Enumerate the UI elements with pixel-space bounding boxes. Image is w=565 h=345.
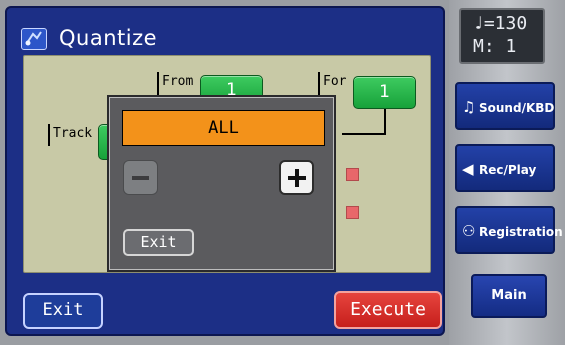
rec-play-label: Rec/Play xyxy=(479,163,537,177)
measure-value: M: 1 xyxy=(473,36,517,57)
minus-icon xyxy=(132,176,149,180)
decrement-button[interactable] xyxy=(123,160,158,195)
popup-exit-button[interactable]: Exit xyxy=(123,229,194,256)
tempo-display: ♩=130 M: 1 xyxy=(459,8,545,64)
registration-label: Registration xyxy=(479,225,563,239)
exit-button[interactable]: Exit xyxy=(23,293,103,329)
music-note-icon: ♫ xyxy=(462,98,476,116)
rec-play-button[interactable]: ◀ Rec/Play xyxy=(455,144,555,192)
screen: Quantize Track From 1 For 1 Exit Execute xyxy=(0,0,565,345)
for-value-button[interactable]: 1 xyxy=(353,76,416,109)
for-label: For xyxy=(323,74,347,89)
track-divider xyxy=(48,124,50,146)
registration-button[interactable]: ⚇ Registration xyxy=(455,206,563,254)
window-title: Quantize xyxy=(59,26,158,50)
tempo-value: ♩=130 xyxy=(473,13,528,34)
right-sidebar: ♩=130 M: 1 ♫ Sound/KBD ◀ Rec/Play ⚇ Regi… xyxy=(449,0,565,345)
sound-kbd-button[interactable]: ♫ Sound/KBD xyxy=(455,82,555,130)
from-label: From xyxy=(162,74,194,89)
main-button[interactable]: Main xyxy=(471,274,547,318)
marker-red-1 xyxy=(346,168,359,181)
increment-button[interactable] xyxy=(279,160,314,195)
speaker-icon: ◀ xyxy=(462,160,474,178)
execute-button[interactable]: Execute xyxy=(334,291,442,329)
value-editor-popup: ALL Exit xyxy=(107,95,336,272)
marker-red-2 xyxy=(346,206,359,219)
track-label: Track xyxy=(53,126,93,141)
sound-kbd-label: Sound/KBD xyxy=(479,101,555,115)
quantize-app-icon xyxy=(21,28,47,50)
connector-horizontal xyxy=(342,133,386,135)
plus-icon-vertical xyxy=(295,169,299,187)
registration-icon: ⚇ xyxy=(462,222,476,240)
connector-vertical xyxy=(384,109,386,134)
selected-value-display: ALL xyxy=(122,110,325,146)
